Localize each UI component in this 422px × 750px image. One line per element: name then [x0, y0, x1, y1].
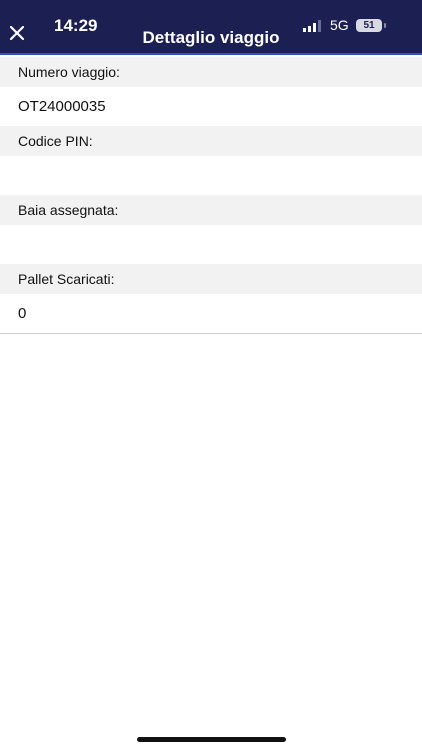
label-pallet-scaricati: Pallet Scaricati: [0, 264, 422, 294]
label-baia-assegnata: Baia assegnata: [0, 195, 422, 225]
value-numero-viaggio: OT24000035 [0, 87, 422, 126]
label-codice-pin: Codice PIN: [0, 126, 422, 156]
app-header: 14:29 5G 51 Dettaglio viaggio [0, 0, 422, 55]
value-pallet-scaricati: 0 [0, 294, 422, 334]
home-indicator[interactable] [137, 737, 286, 742]
value-codice-pin [0, 156, 422, 195]
label-numero-viaggio: Numero viaggio: [0, 57, 422, 87]
value-baia-assegnata [0, 225, 422, 264]
trip-detail-list: Numero viaggio: OT24000035 Codice PIN: B… [0, 57, 422, 334]
page-title: Dettaglio viaggio [142, 28, 280, 47]
